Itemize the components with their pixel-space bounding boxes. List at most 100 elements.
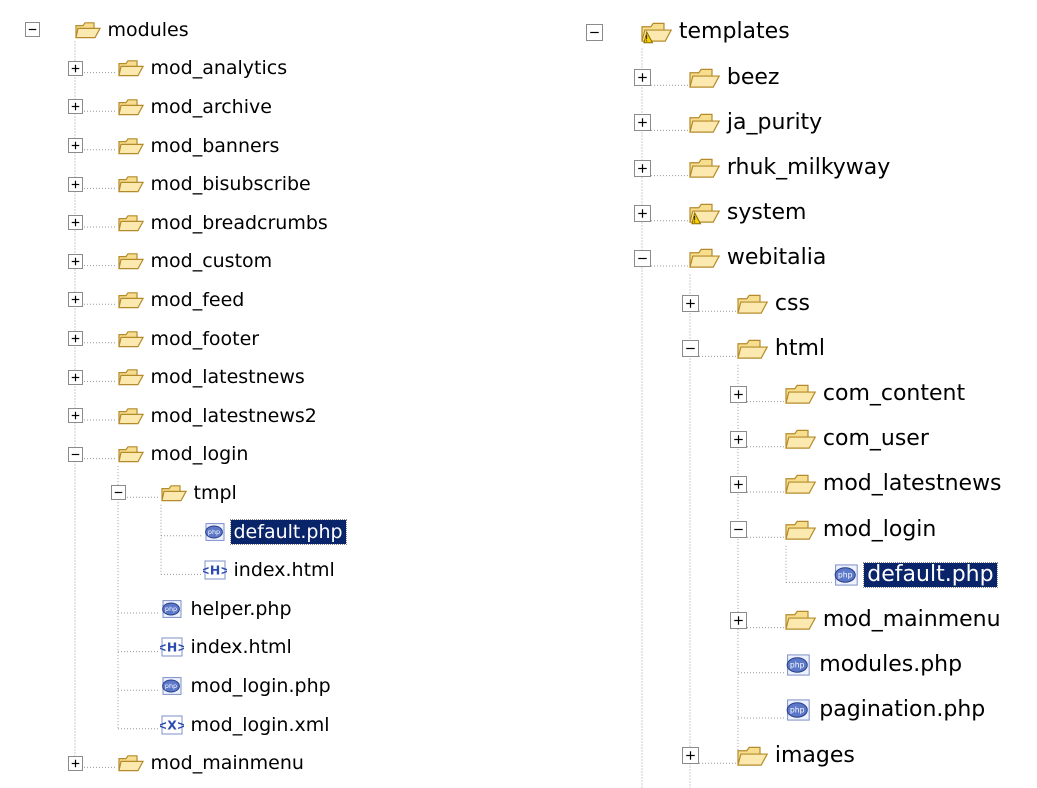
tree-folder-node[interactable]: mod_breadcrumbs bbox=[67, 208, 331, 238]
tree-node-label[interactable]: html bbox=[772, 336, 828, 361]
expand-toggle-icon[interactable] bbox=[67, 176, 83, 192]
collapse-toggle-icon[interactable] bbox=[24, 22, 40, 38]
expand-toggle-icon[interactable] bbox=[67, 99, 83, 115]
tree-node-label[interactable]: mod_latestnews bbox=[820, 472, 1005, 496]
tree-node-label[interactable]: mod_footer bbox=[148, 327, 263, 351]
tree-node-label[interactable]: mod_login.php bbox=[188, 674, 334, 698]
tree-node-label[interactable]: mod_login.xml bbox=[188, 713, 333, 737]
tree-folder-node[interactable]: ! templates bbox=[585, 17, 793, 47]
tree-folder-node[interactable]: mod_banners bbox=[67, 131, 283, 161]
tree-node-label[interactable]: mod_bisubscribe bbox=[148, 172, 314, 196]
tree-node-label[interactable]: com_user bbox=[820, 427, 932, 451]
tree-node-label[interactable]: helper.php bbox=[188, 597, 295, 621]
expand-toggle-icon[interactable] bbox=[67, 60, 83, 76]
collapse-toggle-icon[interactable] bbox=[681, 340, 699, 358]
expand-toggle-icon[interactable] bbox=[67, 408, 83, 424]
expand-toggle-icon[interactable] bbox=[67, 292, 83, 308]
tree-node-label[interactable]: beez bbox=[724, 65, 783, 90]
expand-toggle-icon[interactable] bbox=[729, 430, 747, 448]
tree-folder-node[interactable]: webitalia bbox=[633, 243, 830, 273]
tree-node-label[interactable]: mod_custom bbox=[148, 249, 276, 273]
tree-file-node[interactable]: php pagination.php bbox=[730, 695, 989, 725]
tree-folder-node[interactable]: mod_bisubscribe bbox=[67, 169, 314, 199]
tree-folder-node[interactable]: tmpl bbox=[110, 478, 240, 508]
tree-folder-node[interactable]: mod_latestnews2 bbox=[67, 401, 320, 431]
tree-folder-node[interactable]: modules bbox=[24, 15, 192, 45]
expand-toggle-icon[interactable] bbox=[67, 755, 83, 771]
expand-toggle-icon[interactable] bbox=[633, 114, 651, 132]
collapse-toggle-icon[interactable] bbox=[67, 446, 83, 462]
expand-toggle-icon[interactable] bbox=[681, 747, 699, 765]
expand-toggle-icon[interactable] bbox=[681, 295, 699, 313]
tree-node-label[interactable]: rhuk_milkyway bbox=[724, 156, 893, 180]
expand-toggle-icon[interactable] bbox=[67, 331, 83, 346]
tree-node-label[interactable]: templates bbox=[676, 20, 793, 44]
tree-file-node[interactable]: php mod_login.php bbox=[111, 671, 334, 701]
tree-folder-node[interactable]: images bbox=[681, 741, 858, 771]
tree-node-label[interactable]: css bbox=[772, 291, 813, 316]
tree-folder-node[interactable]: html bbox=[681, 334, 829, 364]
tree-folder-node[interactable]: mod_latestnews bbox=[67, 362, 308, 392]
tree-node-label[interactable]: mod_analytics bbox=[148, 56, 291, 80]
collapse-toggle-icon[interactable] bbox=[633, 249, 651, 267]
tree-folder-node[interactable]: mod_archive bbox=[67, 92, 275, 122]
tree-node-label[interactable]: modules.php bbox=[816, 653, 965, 677]
tree-node-label[interactable]: modules bbox=[105, 18, 192, 42]
tree-node-label[interactable]: mod_archive bbox=[148, 95, 275, 119]
expand-toggle-icon[interactable] bbox=[67, 215, 83, 231]
tree-folder-node[interactable]: mod_custom bbox=[67, 246, 276, 276]
tree-file-node[interactable]: php default.php bbox=[778, 560, 998, 590]
tree-folder-node[interactable]: com_user bbox=[729, 424, 932, 454]
tree-node-label[interactable]: webitalia bbox=[724, 246, 829, 270]
tree-node-label[interactable]: mod_latestnews bbox=[148, 365, 308, 389]
collapse-toggle-icon[interactable] bbox=[110, 485, 126, 501]
tree-folder-node[interactable]: beez bbox=[633, 63, 783, 93]
expand-toggle-icon[interactable] bbox=[67, 138, 83, 153]
tree-node-label[interactable]: mod_breadcrumbs bbox=[148, 211, 331, 235]
tree-node-label[interactable]: mod_login bbox=[820, 517, 939, 542]
tree-file-node[interactable]: php modules.php bbox=[730, 650, 966, 680]
tree-node-label[interactable]: system bbox=[724, 201, 810, 225]
expand-toggle-icon[interactable] bbox=[67, 369, 83, 385]
tree-node-label[interactable]: tmpl bbox=[191, 481, 240, 505]
tree-folder-node[interactable]: mod_footer bbox=[67, 324, 263, 354]
tree-file-node[interactable]: php default.php bbox=[154, 517, 347, 547]
tree-folder-node[interactable]: mod_feed bbox=[67, 285, 248, 315]
tree-folder-node[interactable]: mod_login bbox=[729, 515, 940, 545]
expand-toggle-icon[interactable] bbox=[729, 385, 747, 403]
tree-folder-node[interactable]: mod_mainmenu bbox=[67, 748, 307, 778]
tree-node-label[interactable]: com_content bbox=[820, 382, 968, 406]
tree-folder-node[interactable]: ja_purity bbox=[633, 108, 826, 138]
tree-node-label[interactable]: index.html bbox=[231, 558, 338, 582]
tree-file-node[interactable]: <H> index.html bbox=[154, 555, 338, 585]
tree-folder-node[interactable]: rhuk_milkyway bbox=[633, 153, 894, 183]
tree-node-label[interactable]: mod_login bbox=[148, 442, 252, 466]
tree-file-node[interactable]: <H> index.html bbox=[111, 632, 295, 662]
tree-node-label[interactable]: mod_banners bbox=[148, 134, 283, 158]
expand-toggle-icon[interactable] bbox=[729, 475, 747, 493]
expand-toggle-icon[interactable] bbox=[633, 204, 651, 222]
tree-folder-node[interactable]: mod_login bbox=[67, 439, 252, 469]
tree-file-node[interactable]: <X> mod_login.xml bbox=[111, 710, 333, 740]
expand-toggle-icon[interactable] bbox=[729, 611, 747, 629]
tree-node-label[interactable]: pagination.php bbox=[816, 698, 988, 722]
expand-toggle-icon[interactable] bbox=[67, 253, 83, 269]
tree-folder-node[interactable]: mod_latestnews bbox=[729, 469, 1005, 499]
expand-toggle-icon[interactable] bbox=[633, 69, 651, 87]
expand-toggle-icon[interactable] bbox=[633, 159, 651, 177]
tree-node-label[interactable]: mod_feed bbox=[148, 288, 248, 312]
tree-node-label[interactable]: default.php bbox=[863, 561, 998, 588]
collapse-toggle-icon[interactable] bbox=[729, 521, 747, 539]
tree-node-label[interactable]: mod_latestnews2 bbox=[148, 404, 320, 428]
tree-folder-node[interactable]: mod_analytics bbox=[67, 53, 291, 83]
tree-node-label[interactable]: mod_mainmenu bbox=[820, 608, 1004, 632]
tree-folder-node[interactable]: css bbox=[681, 289, 813, 319]
tree-folder-node[interactable]: com_content bbox=[729, 379, 969, 409]
tree-folder-node[interactable]: ! system bbox=[633, 198, 810, 228]
tree-file-node[interactable]: php helper.php bbox=[111, 594, 295, 624]
tree-folder-node[interactable]: mod_mainmenu bbox=[729, 605, 1004, 635]
tree-node-label[interactable]: mod_mainmenu bbox=[148, 751, 307, 775]
tree-node-label[interactable]: images bbox=[772, 743, 858, 768]
tree-node-label[interactable]: default.php bbox=[229, 518, 347, 545]
tree-node-label[interactable]: index.html bbox=[188, 635, 295, 659]
